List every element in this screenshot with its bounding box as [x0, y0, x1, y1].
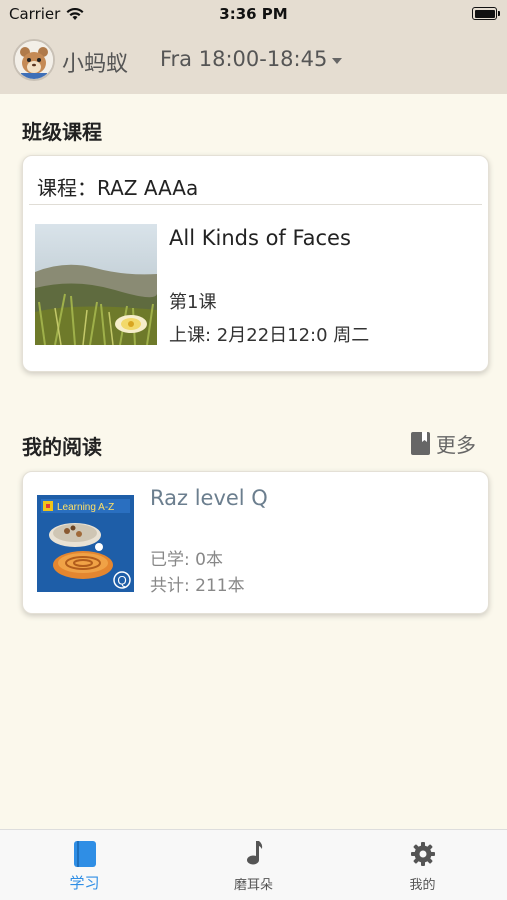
app-header: 小蚂蚁 Fra 18:00-18:45: [0, 28, 507, 94]
book-cover-image[interactable]: [35, 224, 157, 345]
tab-listening[interactable]: 磨耳朵: [169, 830, 338, 900]
class-time-selector[interactable]: Fra 18:00-18:45: [160, 47, 327, 71]
divider: [29, 204, 482, 205]
status-bar: Carrier 3:36 PM: [0, 0, 507, 28]
books-total: 共计: 211本: [150, 576, 245, 596]
class-course-title: 班级课程: [22, 120, 102, 144]
chevron-down-icon[interactable]: [332, 58, 342, 64]
tab-study[interactable]: 学习: [0, 830, 169, 900]
books-learned: 已学: 0本: [150, 550, 223, 570]
music-note-icon: [246, 841, 262, 865]
tab-mine[interactable]: 我的: [338, 830, 507, 900]
reading-book-title: Raz level Q: [150, 486, 268, 510]
course-book-title: All Kinds of Faces: [169, 226, 351, 250]
tab-study-label: 学习: [69, 874, 100, 892]
more-label: 更多: [436, 433, 476, 457]
book-icon: [73, 841, 96, 867]
more-button[interactable]: 更多: [411, 429, 476, 458]
course-label: 课程：RAZ AAAa: [37, 176, 199, 200]
tab-mine-label: 我的: [409, 878, 436, 893]
gear-icon: [410, 842, 435, 866]
reading-card[interactable]: Learning A-Z Q Raz level Q 已学: 0本 共计: 21…: [22, 471, 489, 614]
class-schedule: 上课: 2月22日12:0 周二: [169, 325, 370, 346]
username[interactable]: 小蚂蚁: [62, 46, 128, 78]
reading-cover-image[interactable]: Learning A-Z Q: [37, 495, 134, 592]
tab-bar: 学习 磨耳朵 我的: [0, 829, 507, 900]
status-time: 3:36 PM: [219, 5, 288, 23]
cover-level-text: Q: [117, 574, 126, 588]
tab-listening-label: 磨耳朵: [233, 878, 273, 893]
hamster-avatar-icon: [15, 41, 53, 79]
battery-fill: [474, 9, 495, 18]
avatar[interactable]: [13, 39, 55, 81]
cover-brand-text: Learning A-Z: [57, 502, 114, 513]
class-course-card[interactable]: 课程：RAZ AAAa All Kinds of Faces 第1课 上课: 2…: [22, 155, 489, 372]
my-reading-title: 我的阅读: [22, 435, 102, 459]
lesson-number: 第1课: [169, 292, 217, 313]
battery-icon: [472, 7, 500, 20]
book-icon: [411, 432, 430, 455]
